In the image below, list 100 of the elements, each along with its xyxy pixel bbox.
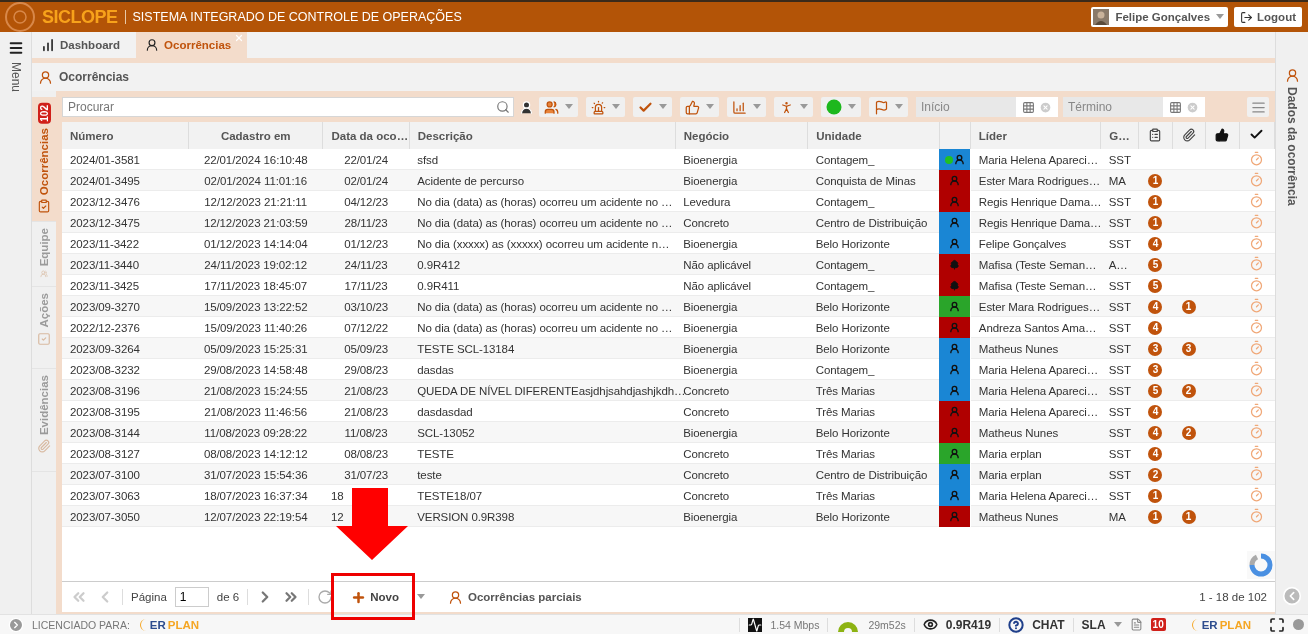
filter-dropdown[interactable] xyxy=(633,97,672,117)
date-field[interactable]: Término xyxy=(1063,97,1163,117)
table-row[interactable]: 2023/08-3144 11/08/2023 09:28:22 11/08/23 SCL-13052 Bioenergia Belo Horizonte Matheus Nunes SST 4 2 xyxy=(62,422,1275,443)
timer-icon xyxy=(1249,276,1265,292)
table-cell: 2024/01-3581 xyxy=(70,153,140,166)
siren-icon xyxy=(591,99,606,115)
date-picker-button[interactable] xyxy=(1163,97,1205,117)
table-cell: SST xyxy=(1108,216,1131,229)
column-header[interactable]: Líder xyxy=(978,129,1007,142)
table-row[interactable]: 2023/07-3063 18/07/2023 16:37:34 18 TESTE18/07 Concreto Três Marias Maria Helena Apareci… SST 1 xyxy=(62,485,1275,506)
sla-label[interactable]: SLA xyxy=(1081,617,1106,632)
menu-icon[interactable] xyxy=(7,40,24,56)
timer-icon xyxy=(1249,465,1265,481)
table-cell: 12 xyxy=(330,510,344,523)
table-cell: 2023/08-3144 xyxy=(70,426,140,439)
table-row[interactable]: 2023/08-3195 21/08/2023 11:46:56 21/08/23 dasdasdad Concreto Três Marias Maria Helena Apareci… SST 4 xyxy=(62,401,1275,422)
filter-dropdown[interactable] xyxy=(727,97,766,117)
table-cell: Bioenergia xyxy=(683,363,738,376)
table-row[interactable]: 2023/09-3264 05/09/2023 15:25:31 05/09/23 TESTE SCL-13184 Bioenergia Belo Horizonte Matheus Nunes SST 3 3 xyxy=(62,338,1275,359)
chat-link[interactable]: CHAT xyxy=(1032,617,1065,632)
filter-dropdown[interactable] xyxy=(680,97,719,117)
column-header[interactable]: Negócio xyxy=(683,129,730,142)
table-row[interactable]: 2023/12-3475 12/12/2023 21:03:59 28/11/23 No dia (data) as (horas) ocorreu um acidente no … Concreto Centro de Distribuição Regis Henrique Dama… SST 1 xyxy=(62,212,1275,233)
table-cell: 11/08/23 xyxy=(344,426,388,439)
person-icon xyxy=(145,38,160,52)
column-header[interactable]: Data da oco… xyxy=(331,129,409,142)
table-row[interactable]: 2022/12-2376 15/09/2023 11:40:26 07/12/22 No dia (data) as (horas) ocorreu um acidente no … Bioenergia Belo Horizonte Andreza Santos Ama… SST 4 xyxy=(62,317,1275,338)
tab[interactable]: Dashboard xyxy=(32,32,137,58)
column-header[interactable]: Unidade xyxy=(816,129,862,142)
count-badge: 1 xyxy=(1148,489,1163,503)
table-cell: SST xyxy=(1108,237,1131,250)
column-header[interactable]: Cadastro em xyxy=(220,129,291,142)
timer-icon xyxy=(1249,381,1265,397)
table-cell: 08/08/23 xyxy=(344,447,389,460)
caret-icon xyxy=(416,594,425,600)
table-row[interactable]: 2023/07-3100 31/07/2023 15:54:36 31/07/23 teste Concreto Centro de Distribuição Maria erplan SST 2 xyxy=(62,464,1275,485)
caret-icon xyxy=(659,104,667,110)
table-cell: SCL-13052 xyxy=(417,426,475,439)
column-header[interactable]: G… xyxy=(1109,129,1130,142)
status-dot-icon xyxy=(826,99,842,115)
side-panel-tab[interactable]: Dados da ocorrência xyxy=(1285,87,1299,206)
table-row[interactable]: 2023/08-3196 21/08/2023 15:24:55 21/08/23 QUEDA DE NÍVEL DIFERENTEasjdhjsahdjashjkdh…Concreto Três Marias Maria Helena Apareci… SST 5 2 xyxy=(62,380,1275,401)
expand-button[interactable] xyxy=(8,616,24,633)
user-icon xyxy=(519,99,534,115)
user-menu-button[interactable]: Felipe Gonçalves xyxy=(1091,7,1229,27)
table-row[interactable]: 2023/08-3127 08/08/2023 14:12:12 08/08/23 TESTE Concreto Três Marias Maria erplan SST 4 xyxy=(62,443,1275,464)
table-cell: Maria erplan xyxy=(978,447,1042,460)
partial-button[interactable]: Ocorrências parciais xyxy=(441,588,588,606)
table-row[interactable]: 2023/11-3440 24/11/2023 19:02:12 24/11/23 0.9R412 Não aplicável Contagem_ Mafisa (Teste Seman… A… 5 xyxy=(62,254,1275,275)
menu-label[interactable]: Menu xyxy=(8,62,23,93)
table-cell: MA xyxy=(1108,510,1126,523)
page-input[interactable]: 1 xyxy=(174,587,209,607)
person-icon xyxy=(949,406,960,417)
list-menu-button[interactable] xyxy=(1247,97,1269,117)
table-row[interactable]: 2023/11-3422 01/12/2023 14:14:04 01/12/23 No dia (xxxxx) as (xxxxx) ocorreu um acidente n… Bioenergia Belo Horizonte Felipe Gonçalves SST 4 xyxy=(62,233,1275,254)
table-row[interactable]: 2023/07-3050 12/07/2023 22:19:54 12 VERSION 0.9R398 Bioenergia Belo Horizonte Matheus Nunes MA 1 1 xyxy=(62,506,1275,527)
table-cell: Conquista de Minas xyxy=(815,174,916,187)
table-cell: 24/11/23 xyxy=(344,258,388,271)
person-icon xyxy=(949,217,960,228)
fullscreen-icon[interactable] xyxy=(1269,616,1285,633)
table-row[interactable]: 2023/09-3270 15/09/2023 13:22:52 03/10/23 No dia (data) as (horas) ocorreu um acidente no … Bioenergia Belo Horizonte Ester Mara Rodrigues… SST 4 1 xyxy=(62,296,1275,317)
table-row[interactable]: 2023/12-3476 12/12/2023 21:21:11 04/12/23 No dia (data) as (horas) ocorreu um acidente no … Levedura Contagem_ Regis Henrique Dama… SST 1 xyxy=(62,191,1275,212)
table-cell: Andreza Santos Ama… xyxy=(978,321,1097,334)
table-cell: dasdasdad xyxy=(417,405,473,418)
new-button[interactable]: Novo xyxy=(341,589,405,605)
column-header[interactable]: Número xyxy=(70,129,114,142)
timer-icon xyxy=(1249,360,1265,376)
count-badge: 3 xyxy=(1181,342,1196,356)
count-badge: 4 xyxy=(1148,426,1163,440)
tree-icon xyxy=(949,280,960,291)
table-cell: Concreto xyxy=(683,468,730,481)
table-cell: Levedura xyxy=(683,195,731,208)
logout-button[interactable]: Logout xyxy=(1234,7,1302,27)
filter-dropdown[interactable] xyxy=(869,97,908,117)
table-cell: Matheus Nunes xyxy=(978,342,1059,355)
table-row[interactable]: 2023/11-3425 17/11/2023 18:45:07 17/11/23 0.9R411 Não aplicável Contagem_ Mafisa (Teste Seman… SST 5 xyxy=(62,275,1275,296)
table-row[interactable]: 2024/01-3495 02/01/2024 11:01:16 02/01/24 Acidente de percurso Bioenergia Conquista de Minas Ester Mara Rodrigues… MA 1 xyxy=(62,170,1275,191)
count-badge: 4 xyxy=(1148,321,1163,335)
table-row[interactable]: 2023/08-3232 29/08/2023 14:58:48 29/08/23 dasdas Bioenergia Contagem_ Maria Helena Apareci… SST 3 xyxy=(62,359,1275,380)
filter-dropdown[interactable] xyxy=(774,97,813,117)
search-field[interactable]: Procurar xyxy=(62,97,514,117)
date-field[interactable]: Início xyxy=(916,97,1016,117)
person-icon xyxy=(949,322,960,333)
filter-dropdown[interactable] xyxy=(539,97,578,117)
table-row[interactable]: 2024/01-3581 22/01/2024 16:10:48 22/01/24 sfsd Bioenergia Contagem_ Maria Helena Apareci… SST xyxy=(62,149,1275,170)
table-cell: dasdas xyxy=(417,363,454,376)
table-cell: 08/08/2023 14:12:12 xyxy=(203,447,308,460)
filter-dropdown[interactable] xyxy=(586,97,625,117)
filter-dropdown[interactable] xyxy=(821,97,861,117)
column-header[interactable]: Descrição xyxy=(417,129,473,142)
date-picker-button[interactable] xyxy=(1016,97,1058,117)
table-cell: Concreto xyxy=(683,447,730,460)
person-icon xyxy=(949,469,960,480)
refresh-button[interactable] xyxy=(317,589,334,605)
side-tab[interactable]: Ocorrências 102 xyxy=(32,97,56,222)
caret-icon[interactable] xyxy=(1113,621,1122,628)
tab[interactable]: Ocorrências xyxy=(136,32,248,58)
table-cell: SST xyxy=(1108,384,1131,397)
table-cell: 2023/09-3270 xyxy=(70,300,140,313)
avatar-icon xyxy=(1093,9,1110,25)
